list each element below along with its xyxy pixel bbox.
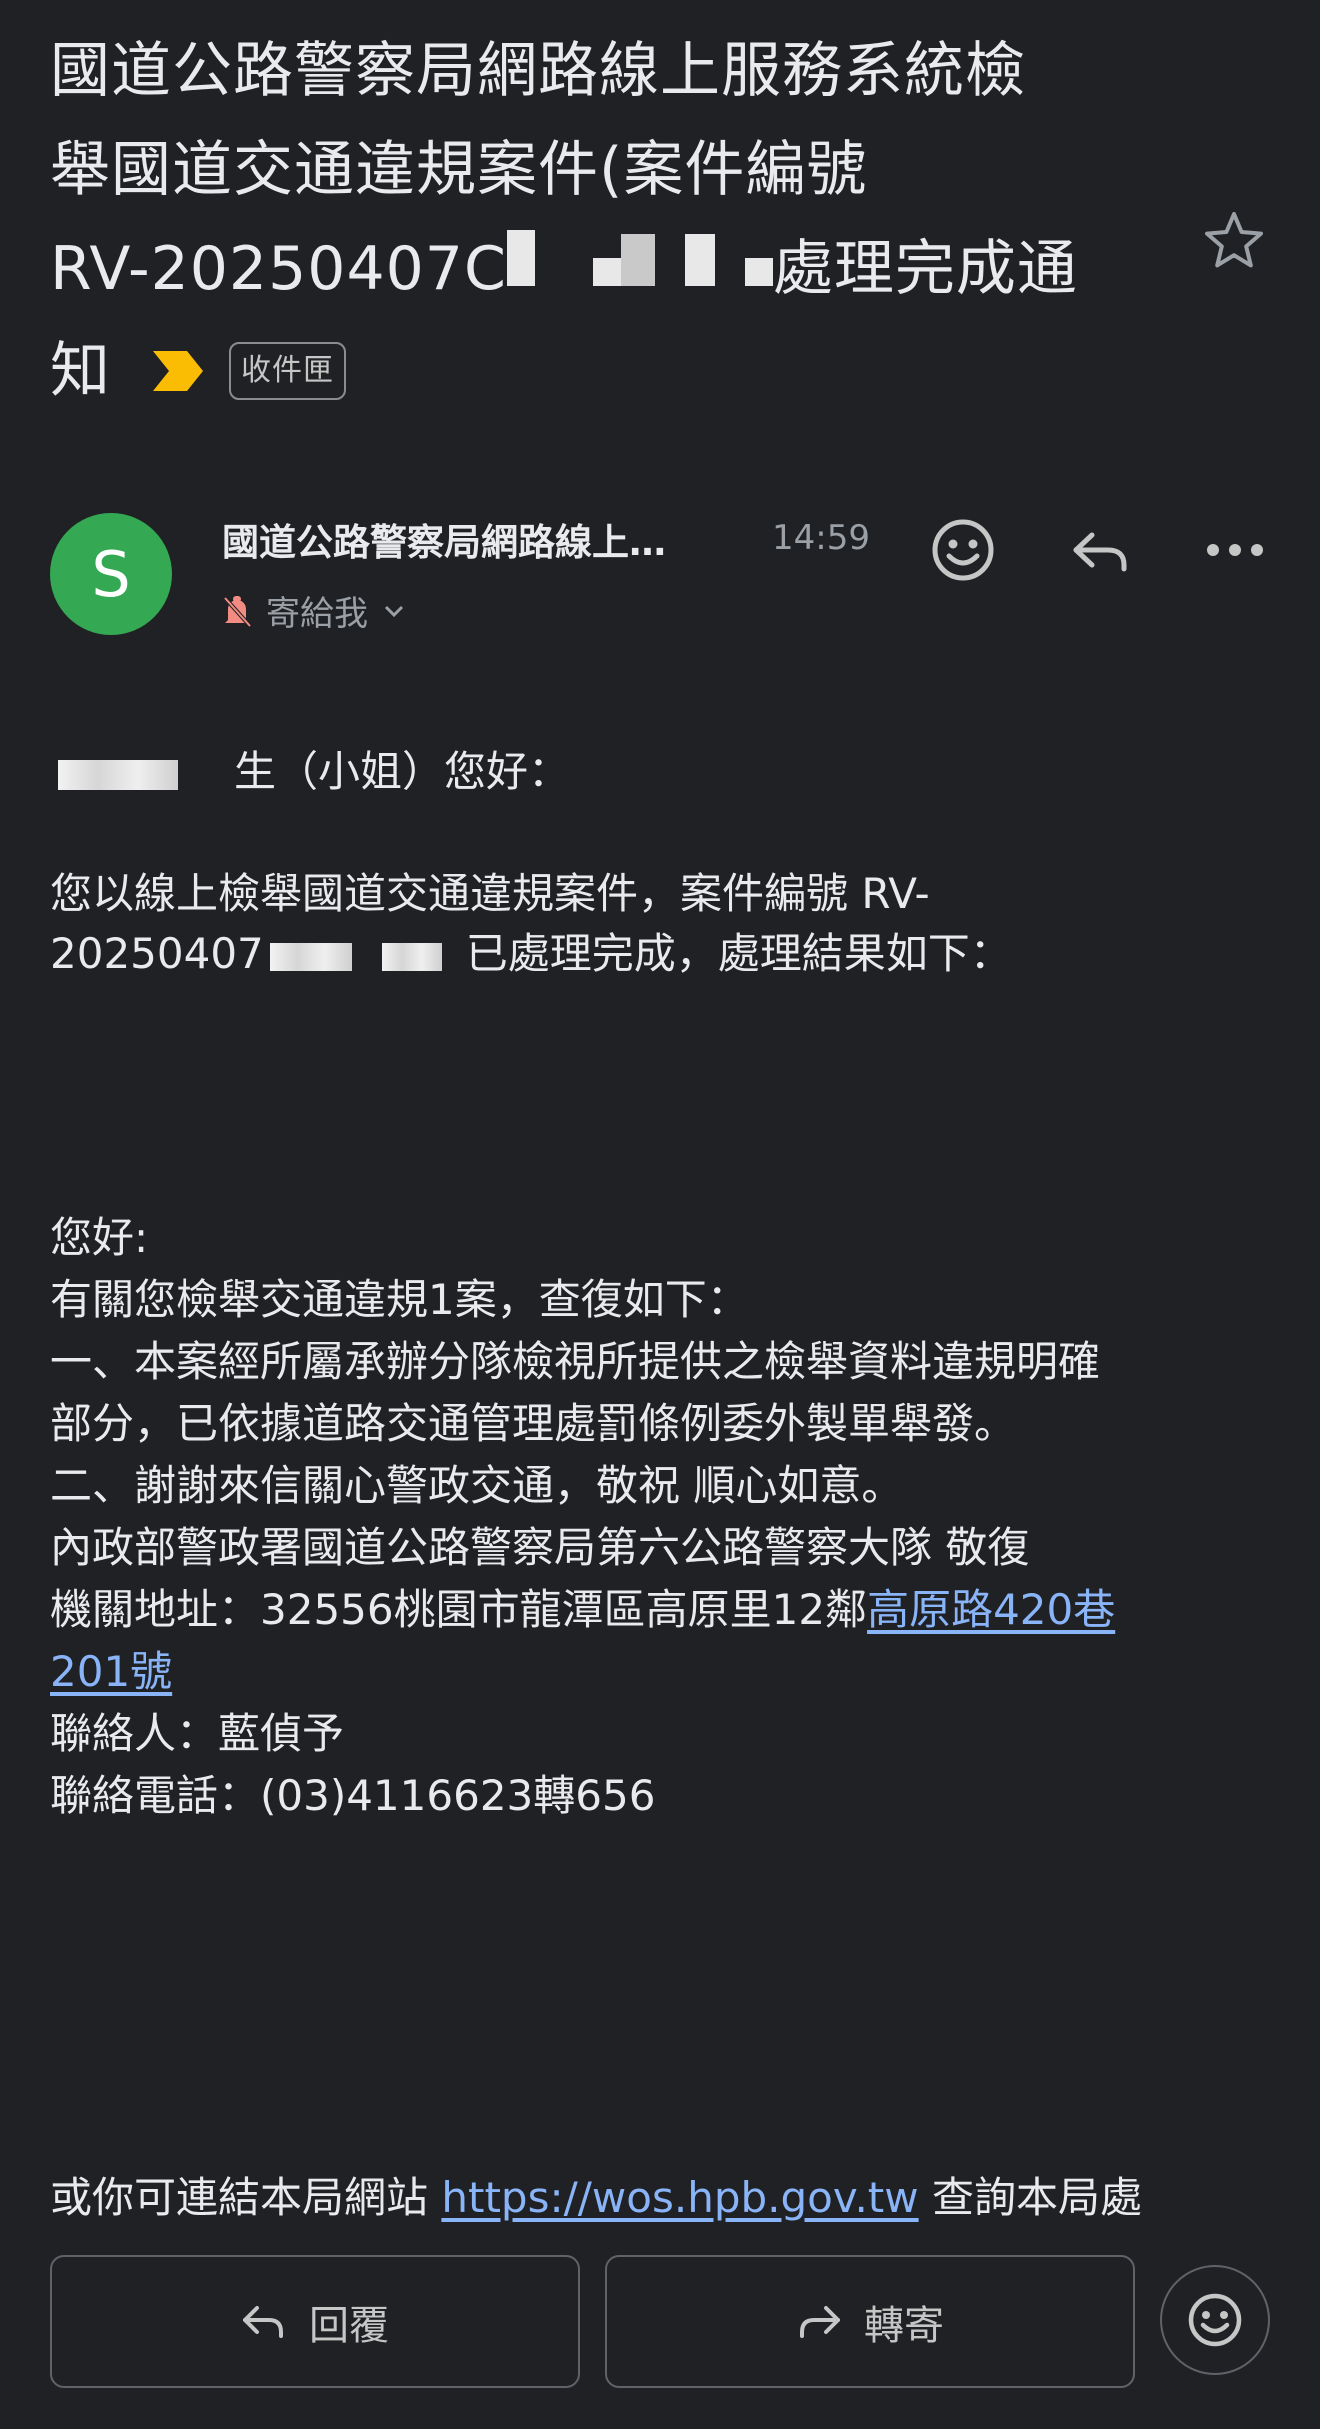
- email-subject: 國道公路警察局網路線上服務系統檢 舉國道交通違規案件(案件編號 RV-20250…: [50, 22, 1170, 421]
- subject-redacted-block: [506, 217, 773, 316]
- reply-icon[interactable]: [1064, 515, 1134, 585]
- reply-line-5: 內政部警政署國道公路警察局第六公路警察大隊 敬復: [50, 1523, 1030, 1572]
- reply-button[interactable]: 回覆: [50, 2255, 580, 2388]
- intro-line-2: 20250407 已處理完成，處理結果如下：: [50, 920, 1012, 981]
- forward-icon: [800, 2305, 840, 2338]
- forward-button[interactable]: 轉寄: [605, 2255, 1135, 2388]
- greeting-line: 生（小姐）您好：: [50, 738, 570, 799]
- website-link[interactable]: https://wos.hpb.gov.tw: [441, 2173, 918, 2222]
- reply-line-1: 有關您檢舉交通違規1案，查復如下：: [50, 1275, 749, 1324]
- sender-name[interactable]: 國道公路警察局網路線上…: [222, 512, 666, 566]
- website-prefix: 或你可連結本局網站: [50, 2173, 429, 2222]
- subject-case-prefix: RV-20250407C: [50, 234, 507, 304]
- reply-button-label: 回覆: [309, 2302, 389, 2349]
- address-line: 機關地址：32556桃園市龍潭區高原里12鄰高原路420巷: [50, 1576, 1115, 1637]
- address-text: 機關地址：32556桃園市龍潭區高原里12鄰: [50, 1585, 868, 1634]
- greeting-text: 生（小姐）您好：: [234, 747, 571, 796]
- sender-time: 14:59: [772, 518, 870, 558]
- star-icon[interactable]: [1202, 208, 1266, 272]
- redacted-name: [58, 759, 178, 790]
- sender-avatar[interactable]: S: [50, 513, 172, 635]
- address-link[interactable]: 高原路420巷: [867, 1585, 1115, 1634]
- importance-marker-icon[interactable]: [151, 349, 205, 393]
- subject-case-suffix: 處理完成通: [772, 234, 1078, 304]
- subject-line-1: 國道公路警察局網路線上服務系統檢: [50, 36, 1026, 106]
- recipient-label: 寄給我: [266, 594, 368, 634]
- chevron-down-icon: [384, 605, 404, 617]
- inbox-label-chip[interactable]: 收件匣: [229, 342, 346, 401]
- reply-line-3: 部分，已依據道路交通管理處罰條例委外製單舉發。: [50, 1399, 1017, 1448]
- subject-line-4: 知 收件匣: [50, 322, 1170, 421]
- emoji-icon: [1188, 2293, 1242, 2347]
- reply-line-4: 二、謝謝來信關心警政交通，敬祝 順心如意。: [50, 1461, 904, 1510]
- emoji-reaction-button[interactable]: [1160, 2265, 1270, 2375]
- subject-line-2: 舉國道交通違規案件(案件編號: [50, 135, 868, 205]
- forward-button-label: 轉寄: [864, 2302, 944, 2349]
- reply-icon: [243, 2305, 283, 2338]
- more-icon[interactable]: [1200, 515, 1270, 585]
- intro-case-suffix: 已處理完成，處理結果如下：: [465, 929, 1012, 978]
- intro-line-1: 您以線上檢舉國道交通違規案件，案件編號 RV-: [50, 869, 930, 918]
- reply-hello: 您好:: [50, 1213, 149, 1262]
- address-line-2: 201號: [50, 1638, 172, 1699]
- address-link-continued[interactable]: 201號: [50, 1647, 172, 1696]
- email-view: 國道公路警察局網路線上服務系統檢 舉國道交通違規案件(案件編號 RV-20250…: [0, 0, 1320, 2429]
- contact-person: 聯絡人：藍偵予: [50, 1709, 345, 1758]
- subject-last-word: 知: [50, 335, 111, 406]
- reply-line-2: 一、本案經所屬承辦分隊檢視所提供之檢舉資料違規明確: [50, 1337, 1101, 1386]
- website-suffix: 查詢本局處: [931, 2173, 1142, 2222]
- muted-bell-icon: [223, 595, 252, 627]
- redacted-case-part-2: [381, 942, 442, 971]
- intro-case-prefix: 20250407: [50, 929, 264, 978]
- website-line: 或你可連結本局網站 https://wos.hpb.gov.tw 查詢本局處: [50, 2164, 1142, 2225]
- subject-line-3: RV-20250407C 處理完成通: [50, 220, 1170, 322]
- emoji-icon[interactable]: [928, 515, 998, 585]
- recipient-row[interactable]: 寄給我: [222, 586, 406, 635]
- redacted-case-part-1: [269, 942, 352, 971]
- contact-phone: 聯絡電話：(03)4116623轉656: [50, 1771, 656, 1820]
